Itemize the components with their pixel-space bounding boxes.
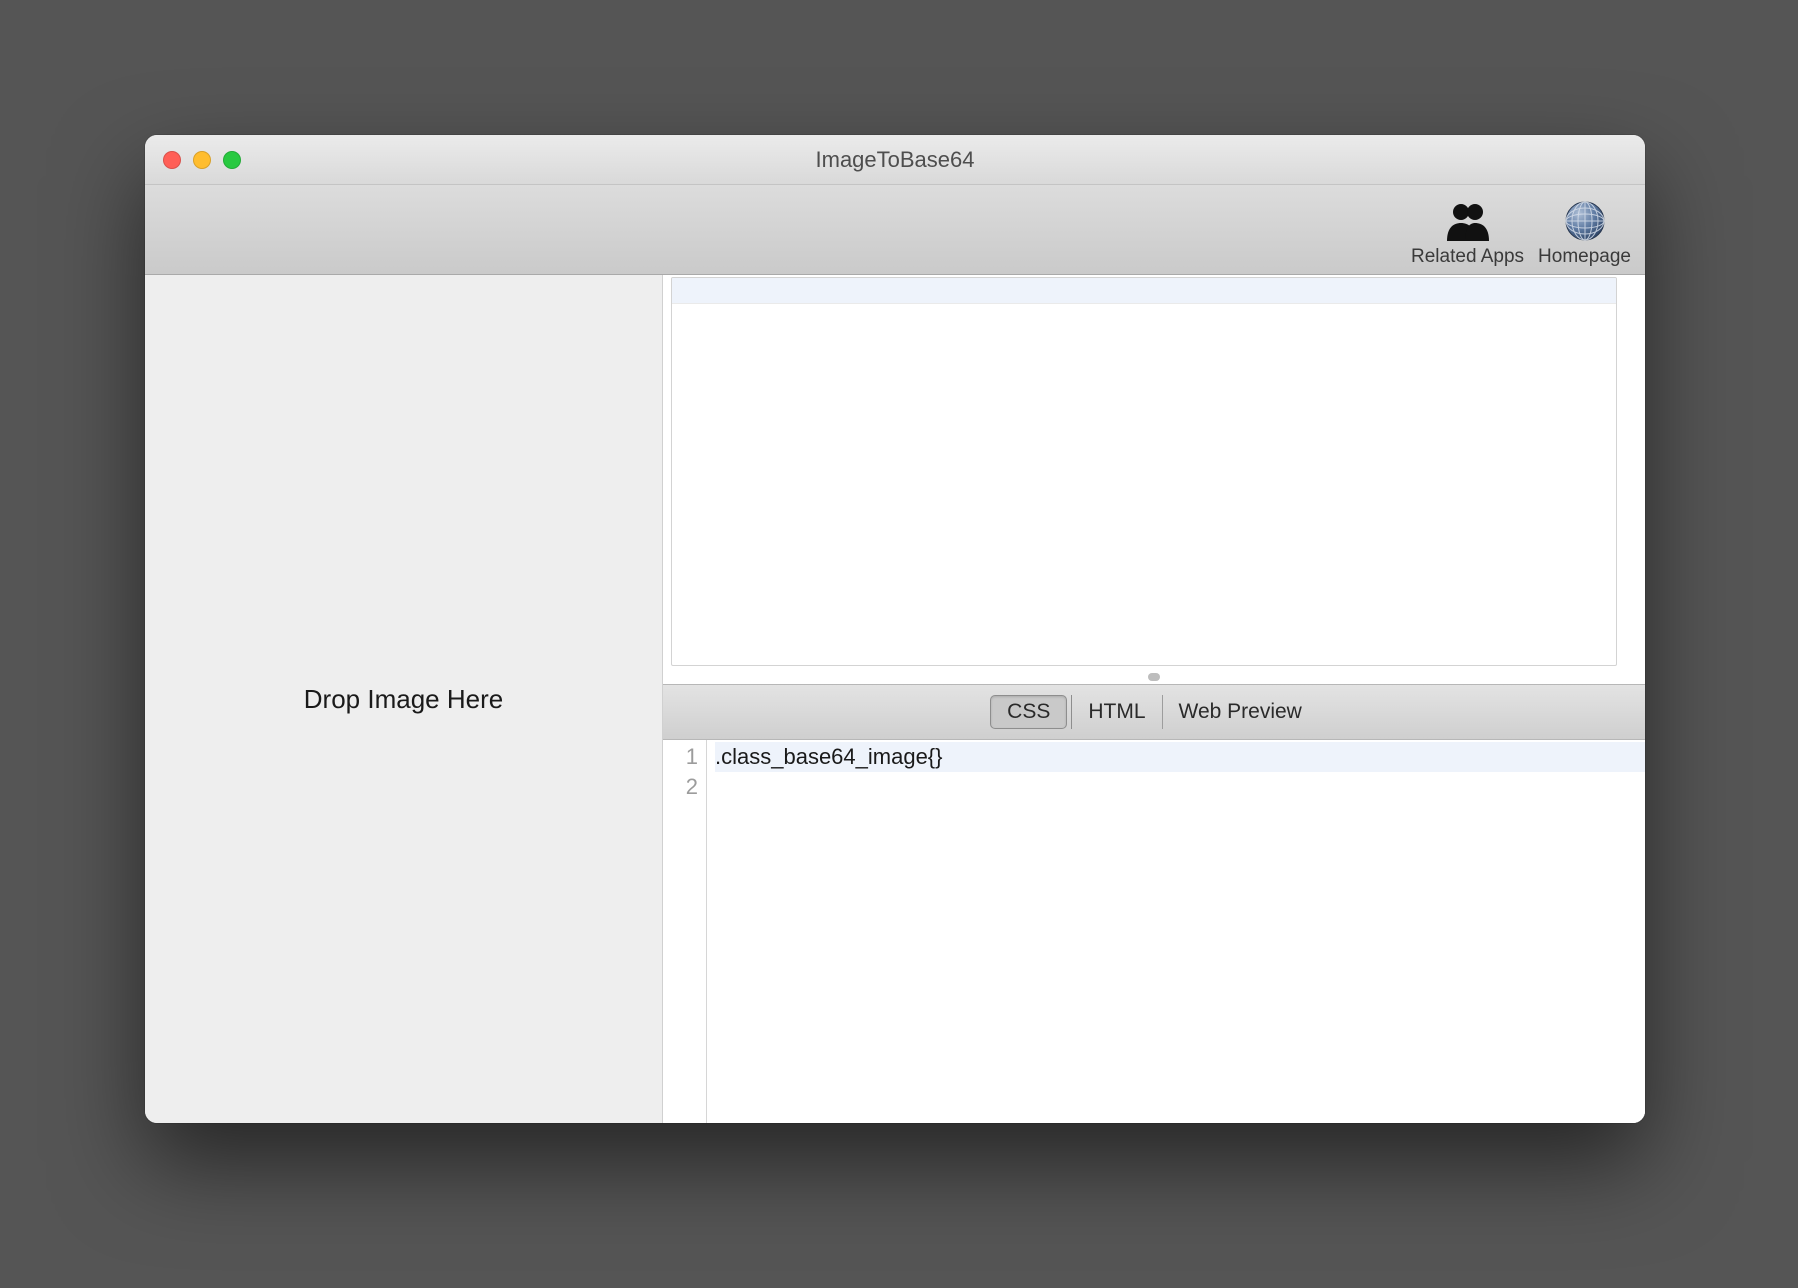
- titlebar: ImageToBase64: [145, 135, 1645, 185]
- related-apps-button[interactable]: Related Apps: [1411, 198, 1524, 268]
- window-title: ImageToBase64: [145, 147, 1645, 173]
- code-line: [715, 772, 1645, 802]
- right-panel: CSS HTML Web Preview 1 2 .class_base64_i…: [663, 275, 1645, 1123]
- drop-zone[interactable]: Drop Image Here: [145, 275, 663, 1123]
- segmented-control: CSS HTML Web Preview: [990, 695, 1318, 729]
- globe-icon: [1557, 198, 1613, 244]
- toolbar: Related Apps: [145, 185, 1645, 275]
- maximize-button[interactable]: [223, 151, 241, 169]
- close-button[interactable]: [163, 151, 181, 169]
- code-area[interactable]: .class_base64_image{}: [707, 740, 1645, 1123]
- related-apps-label: Related Apps: [1411, 246, 1524, 268]
- homepage-button[interactable]: Homepage: [1538, 198, 1631, 268]
- tab-web-preview[interactable]: Web Preview: [1162, 695, 1318, 729]
- traffic-lights: [163, 151, 241, 169]
- line-gutter: 1 2: [663, 740, 707, 1123]
- code-line: .class_base64_image{}: [715, 742, 1645, 772]
- tab-css[interactable]: CSS: [990, 695, 1067, 729]
- tab-html[interactable]: HTML: [1071, 695, 1161, 729]
- app-window: ImageToBase64 Related Apps: [145, 135, 1645, 1123]
- code-editor[interactable]: 1 2 .class_base64_image{}: [663, 740, 1645, 1123]
- homepage-label: Homepage: [1538, 246, 1631, 268]
- line-number: 1: [663, 742, 698, 772]
- minimize-button[interactable]: [193, 151, 211, 169]
- output-current-line: [672, 278, 1616, 304]
- people-icon: [1440, 198, 1496, 244]
- line-number: 2: [663, 772, 698, 802]
- output-textarea[interactable]: [671, 277, 1617, 666]
- output-panel: [663, 275, 1645, 670]
- tab-bar: CSS HTML Web Preview: [663, 684, 1645, 740]
- splitter-handle-icon: [1148, 673, 1160, 681]
- body: Drop Image Here CSS HTML Web Preview: [145, 275, 1645, 1123]
- splitter[interactable]: [663, 670, 1645, 684]
- drop-zone-label: Drop Image Here: [304, 684, 503, 715]
